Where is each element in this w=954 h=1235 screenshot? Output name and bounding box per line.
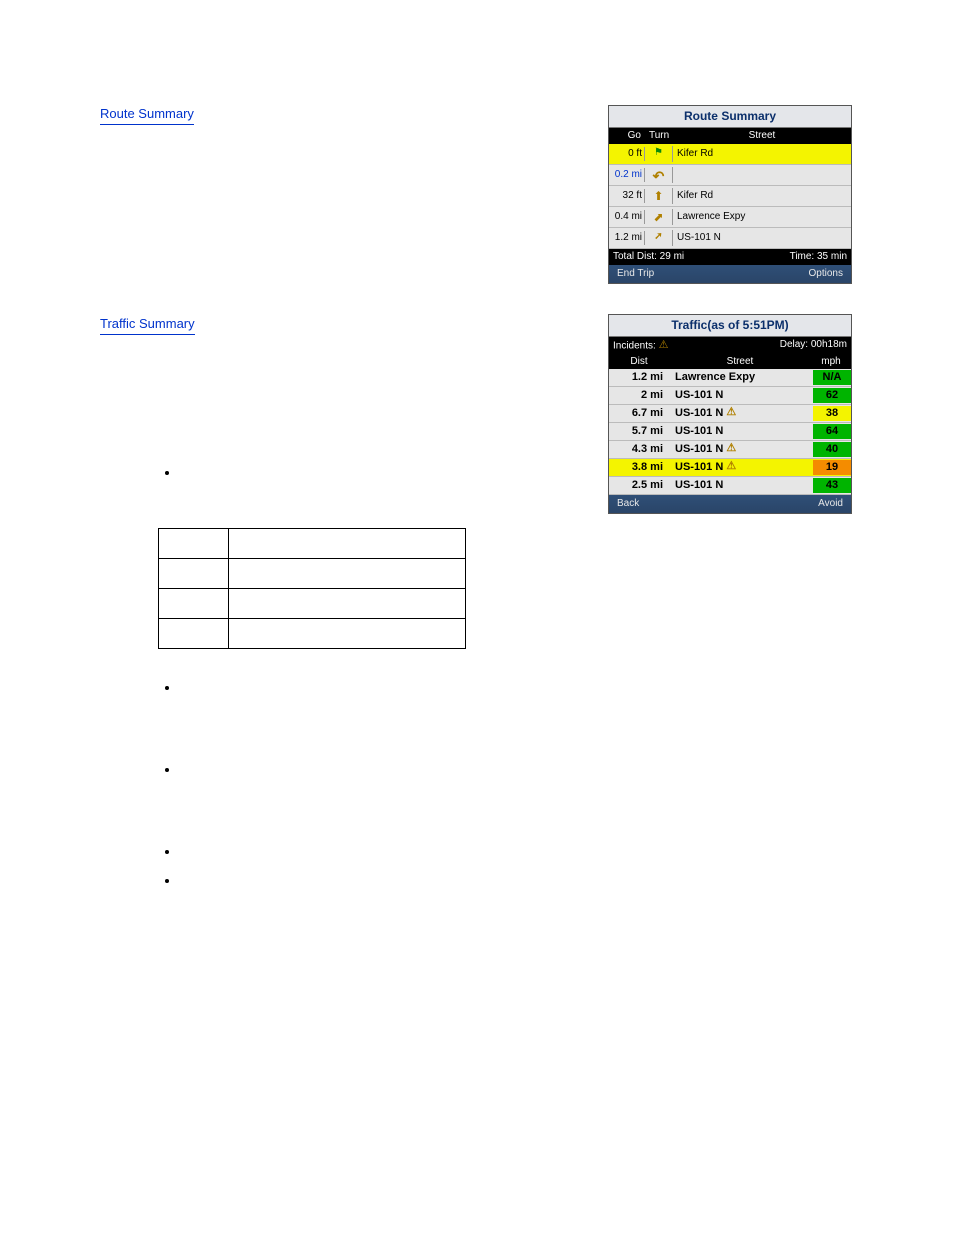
up-icon bbox=[651, 188, 667, 204]
device-route-summary: Route Summary Go Turn Street 0 ft Kifer R… bbox=[608, 105, 852, 284]
device-softkeys: Back Avoid bbox=[609, 495, 851, 513]
color-legend-table: Color Speed Range bbox=[158, 528, 466, 648]
traffic-distance: 4.3 mi bbox=[609, 442, 669, 457]
traffic-street: US-101 N bbox=[669, 405, 813, 421]
traffic-mph: 19 bbox=[813, 460, 851, 475]
route-row[interactable]: 0 ft Kifer Rd bbox=[609, 144, 851, 165]
softkey-back[interactable]: Back bbox=[617, 497, 639, 511]
turn-icon-cell bbox=[645, 146, 673, 162]
traffic-distance: 2.5 mi bbox=[609, 478, 669, 493]
traffic-street: Lawrence Expy bbox=[669, 370, 813, 385]
warn-icon bbox=[726, 405, 742, 421]
col-dist: Dist bbox=[609, 355, 669, 369]
total-dist: Total Dist: 29 mi bbox=[613, 250, 684, 264]
route-distance: 0.2 mi bbox=[609, 168, 645, 182]
traffic-row[interactable]: 5.7 miUS-101 N64 bbox=[609, 423, 851, 441]
incidents-label: Incidents: bbox=[613, 338, 675, 354]
list-item bbox=[180, 761, 610, 797]
legend-header-color: Color bbox=[159, 529, 229, 559]
route-distance: 0 ft bbox=[609, 147, 645, 161]
turn-icon-cell bbox=[645, 230, 673, 246]
detail-list-cont bbox=[180, 679, 610, 890]
traffic-distance: 1.2 mi bbox=[609, 370, 669, 385]
traffic-street: US-101 N bbox=[669, 424, 813, 439]
traffic-mph: 64 bbox=[813, 424, 851, 439]
total-time: Time: 35 min bbox=[790, 250, 847, 264]
route-street: Kifer Rd bbox=[673, 189, 851, 203]
route-row[interactable]: 1.2 mi US-101 N bbox=[609, 228, 851, 249]
route-street: US-101 N bbox=[673, 231, 851, 245]
route-distance: 0.4 mi bbox=[609, 210, 645, 224]
softkey-end-trip[interactable]: End Trip bbox=[617, 267, 654, 281]
list-item bbox=[180, 679, 610, 715]
softkey-options[interactable]: Options bbox=[809, 267, 843, 281]
link-traffic-summary[interactable]: Traffic Summary bbox=[100, 315, 195, 335]
warn-icon bbox=[726, 459, 742, 475]
warn-icon bbox=[659, 338, 675, 354]
device-title: Traffic(as of 5:51PM) bbox=[609, 315, 851, 337]
table-row bbox=[159, 559, 466, 589]
device-columns: Go Turn Street bbox=[609, 128, 851, 144]
device-footer: Total Dist: 29 mi Time: 35 min bbox=[609, 249, 851, 265]
route-row[interactable]: 0.4 mi Lawrence Expy bbox=[609, 207, 851, 228]
traffic-street: US-101 N bbox=[669, 388, 813, 403]
col-turn: Turn bbox=[645, 128, 673, 144]
traffic-mph: 62 bbox=[813, 388, 851, 403]
route-row[interactable]: 32 ft Kifer Rd bbox=[609, 186, 851, 207]
traffic-street: US-101 N bbox=[669, 441, 813, 457]
traffic-distance: 6.7 mi bbox=[609, 406, 669, 421]
traffic-mph: 38 bbox=[813, 406, 851, 421]
list-item bbox=[180, 872, 610, 890]
traffic-row[interactable]: 2 miUS-101 N62 bbox=[609, 387, 851, 405]
softkey-avoid[interactable]: Avoid bbox=[818, 497, 843, 511]
col-go: Go bbox=[609, 128, 645, 144]
traffic-street: US-101 N bbox=[669, 459, 813, 475]
section1-body bbox=[100, 131, 580, 295]
route-row[interactable]: 0.2 mi bbox=[609, 165, 851, 186]
uturn-icon bbox=[651, 167, 667, 183]
traffic-columns: Dist Street mph bbox=[609, 355, 851, 369]
device-title: Route Summary bbox=[609, 106, 851, 128]
route-street: Kifer Rd bbox=[673, 147, 851, 161]
warn-icon bbox=[726, 441, 742, 457]
upturn-icon bbox=[651, 209, 667, 225]
device-traffic-summary: Traffic(as of 5:51PM) Incidents: Delay: … bbox=[608, 314, 852, 514]
turn-icon-cell bbox=[645, 167, 673, 183]
curve-r-icon bbox=[651, 230, 667, 246]
device-softkeys: End Trip Options bbox=[609, 265, 851, 283]
col-street: Street bbox=[669, 355, 811, 369]
traffic-row[interactable]: 4.3 miUS-101 N 40 bbox=[609, 441, 851, 459]
section2-body bbox=[100, 341, 580, 450]
flag-icon bbox=[651, 146, 667, 162]
table-row: Color Speed Range bbox=[159, 529, 466, 559]
traffic-street: US-101 N bbox=[669, 478, 813, 493]
turn-icon-cell bbox=[645, 209, 673, 225]
traffic-distance: 2 mi bbox=[609, 388, 669, 403]
list-item bbox=[180, 843, 610, 861]
traffic-row[interactable]: 3.8 miUS-101 N 19 bbox=[609, 459, 851, 477]
route-street: Lawrence Expy bbox=[673, 210, 851, 224]
list-item bbox=[180, 464, 610, 482]
col-street: Street bbox=[673, 128, 851, 144]
traffic-mph: N/A bbox=[813, 370, 851, 385]
traffic-mph: 43 bbox=[813, 478, 851, 493]
table-row bbox=[159, 588, 466, 618]
legend-header-speed: Speed Range bbox=[229, 529, 466, 559]
delay-label: Delay: 00h18m bbox=[780, 338, 847, 354]
traffic-header: Incidents: Delay: 00h18m bbox=[609, 337, 851, 355]
route-distance: 32 ft bbox=[609, 189, 645, 203]
traffic-distance: 5.7 mi bbox=[609, 424, 669, 439]
turn-icon-cell bbox=[645, 188, 673, 204]
traffic-row[interactable]: 2.5 miUS-101 N43 bbox=[609, 477, 851, 495]
traffic-row[interactable]: 6.7 miUS-101 N 38 bbox=[609, 405, 851, 423]
link-route-summary[interactable]: Route Summary bbox=[100, 105, 194, 125]
traffic-row[interactable]: 1.2 miLawrence ExpyN/A bbox=[609, 369, 851, 387]
table-row bbox=[159, 618, 466, 648]
detail-list bbox=[180, 464, 610, 482]
traffic-distance: 3.8 mi bbox=[609, 460, 669, 475]
route-distance: 1.2 mi bbox=[609, 231, 645, 245]
col-mph: mph bbox=[811, 355, 851, 369]
traffic-mph: 40 bbox=[813, 442, 851, 457]
